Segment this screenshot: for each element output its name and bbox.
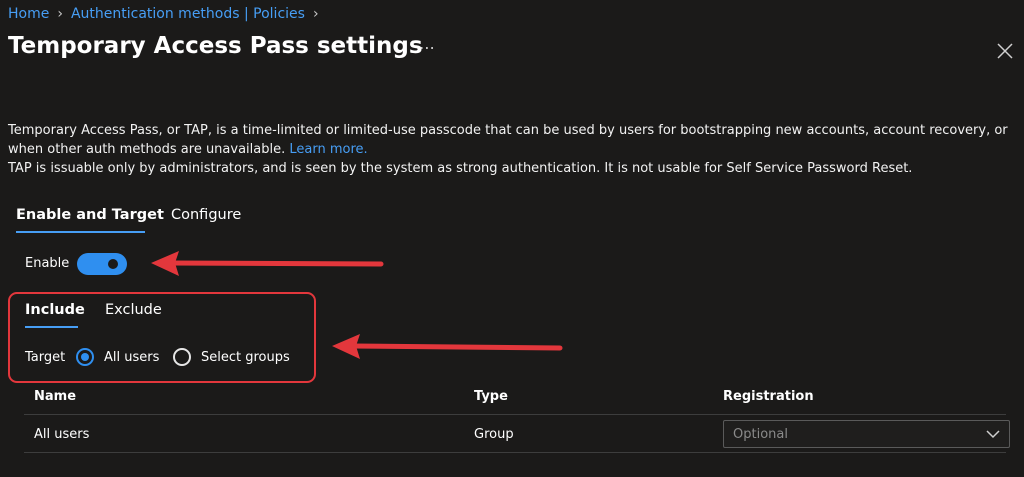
description-line-3: TAP is issuable only by administrators, … xyxy=(8,161,913,176)
target-label: Target xyxy=(25,350,66,365)
page-title: Temporary Access Pass settings xyxy=(8,33,423,59)
toggle-knob xyxy=(108,259,118,269)
breadcrumb: Home › Authentication methods | Policies… xyxy=(8,4,319,24)
registration-dropdown[interactable]: Optional xyxy=(723,420,1010,448)
tab-configure[interactable]: Configure xyxy=(171,207,241,223)
enable-label: Enable xyxy=(25,256,70,271)
enable-toggle[interactable] xyxy=(77,253,127,275)
table-header-divider xyxy=(24,414,1006,415)
column-header-registration: Registration xyxy=(723,389,814,404)
tab-exclude[interactable]: Exclude xyxy=(105,302,162,318)
tab-enable-and-target[interactable]: Enable and Target xyxy=(16,207,164,223)
breadcrumb-auth-methods-link[interactable]: Authentication methods | Policies xyxy=(71,6,305,22)
radio-all-users[interactable] xyxy=(76,348,94,366)
ellipsis-icon[interactable]: ⋯ xyxy=(419,38,436,57)
description-line-1: Temporary Access Pass, or TAP, is a time… xyxy=(8,123,1008,138)
annotation-arrow-toggle xyxy=(151,251,384,276)
learn-more-link[interactable]: Learn more. xyxy=(289,142,367,157)
column-header-name: Name xyxy=(34,389,77,404)
tab-active-indicator xyxy=(16,231,145,233)
radio-all-users-label[interactable]: All users xyxy=(104,350,159,365)
annotation-arrow-target xyxy=(332,334,563,359)
column-header-type: Type xyxy=(474,389,508,404)
chevron-right-icon: › xyxy=(312,6,319,22)
radio-select-groups-label[interactable]: Select groups xyxy=(201,350,290,365)
tab-include-indicator xyxy=(25,326,78,328)
tab-include[interactable]: Include xyxy=(25,302,85,318)
description-text: when other auth methods are unavailable. xyxy=(8,142,286,157)
table-cell-name: All users xyxy=(34,427,90,442)
chevron-down-icon xyxy=(986,430,1000,439)
close-icon[interactable] xyxy=(996,42,1014,60)
table-cell-type: Group xyxy=(474,427,514,442)
table-row-divider xyxy=(24,452,1006,453)
breadcrumb-home-link[interactable]: Home xyxy=(8,6,49,22)
chevron-right-icon: › xyxy=(57,6,63,22)
registration-dropdown-value: Optional xyxy=(733,427,788,442)
description-line-2: when other auth methods are unavailable.… xyxy=(8,140,368,159)
radio-select-groups[interactable] xyxy=(173,348,191,366)
